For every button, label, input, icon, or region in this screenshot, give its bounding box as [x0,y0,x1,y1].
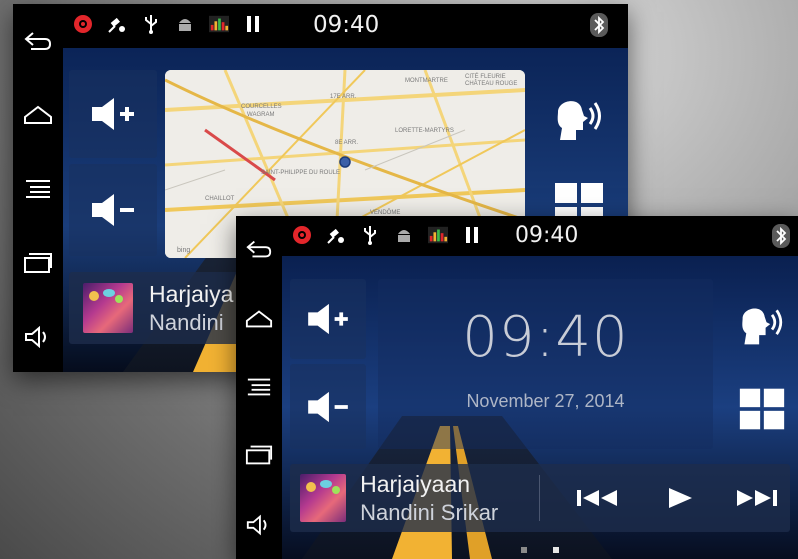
track-title: Harjaiyaan [360,470,471,497]
back-button[interactable] [236,238,282,260]
home-button[interactable] [236,308,282,330]
voice-command-icon [557,101,601,140]
divider [538,475,540,521]
map-label: CITÉ FLEURIE [465,73,506,80]
status-bar: 09:40 [236,216,798,256]
satellite-icon [326,225,346,245]
volume-up-button[interactable] [69,70,157,158]
play-icon [668,488,692,508]
back-button[interactable] [13,30,63,52]
nav-bar [13,4,63,372]
equalizer-icon [428,225,448,245]
apps-grid-button[interactable] [734,378,790,440]
bluetooth-icon [772,224,790,248]
volume-icon [25,326,46,348]
satellite-icon [107,14,127,34]
back-icon [24,32,52,50]
volume-up-button[interactable] [290,279,366,359]
voice-command-button[interactable] [543,76,613,162]
android-icon [175,14,195,34]
android-icon [394,225,414,245]
map-label: VENDÔME [370,209,400,216]
home-icon [245,310,273,328]
status-bar: 09:40 [13,4,628,48]
home-button[interactable] [13,104,63,126]
volume-down-icon [92,194,134,226]
page-indicator [282,547,798,553]
map-label: CHÂTEAU ROUGE [465,80,517,87]
map-label: 8E ARR. [335,140,358,146]
previous-track-button[interactable] [564,488,631,508]
volume-up-icon [308,303,348,335]
status-time: 09:40 [313,12,380,38]
menu-button[interactable] [236,376,282,398]
voice-command-button[interactable] [726,286,796,364]
usb-icon [141,14,161,34]
map-label: COURCELLES [241,104,282,110]
page-dot-active[interactable] [553,547,559,553]
usb-icon [360,225,380,245]
volume-up-icon [92,98,134,130]
front-head-unit-screen: 09:40 November 27, 2014 Harjaiyaan Nandi… [236,216,798,559]
volume-down-button[interactable] [290,364,366,449]
page-dot[interactable] [521,547,527,553]
track-artist: Nandini Srikar [360,499,499,525]
album-art [83,283,133,333]
recent-apps-button[interactable] [236,444,282,466]
pause-icon [462,225,482,245]
map-label: SAINT-PHILIPPE DU ROULE [261,170,340,176]
map-label: WAGRAM [247,112,274,118]
volume-icon [246,514,267,536]
front-content-area: 09:40 November 27, 2014 Harjaiyaan Nandi… [282,256,798,559]
equalizer-icon [209,14,229,34]
clock-date: November 27, 2014 [466,391,625,411]
record-icon [292,225,312,245]
volume-button[interactable] [13,326,63,348]
menu-button[interactable] [13,178,63,200]
recent-apps-icon [245,445,273,465]
status-time: 09:40 [515,223,579,248]
menu-icon [26,180,50,198]
front-music-bar[interactable]: Harjaiyaan Nandini Srikar [290,464,790,532]
pause-icon [243,14,263,34]
recent-apps-icon [24,253,52,273]
album-art [300,474,347,522]
map-label: 17E ARR. [330,94,357,100]
next-track-icon [737,490,778,506]
map-label: LORETTE-MARTYRS [395,128,454,134]
recent-apps-button[interactable] [13,252,63,274]
clock-time: 09:40 [462,305,629,370]
map-label: CHAILLOT [205,196,235,202]
apps-grid-icon [739,388,785,430]
track-artist: Nandini [149,309,224,335]
status-icons [292,225,482,245]
record-icon [73,14,93,34]
bluetooth-icon [590,13,608,37]
volume-down-button[interactable] [69,164,157,256]
map-label: MONTMARTRE [405,78,448,84]
volume-button[interactable] [236,514,282,536]
voice-command-icon [742,308,783,345]
previous-track-icon [576,490,617,506]
clock-widget[interactable]: 09:40 November 27, 2014 [378,279,713,449]
volume-down-icon [308,391,348,422]
back-icon [246,240,272,258]
home-icon [24,105,52,124]
track-title: Harjaiya [149,280,234,307]
status-icons [73,14,263,34]
menu-icon [247,378,271,396]
play-button[interactable] [651,487,709,509]
next-track-button[interactable] [723,488,790,508]
nav-bar [236,216,282,559]
map-attribution: bing [177,247,190,254]
